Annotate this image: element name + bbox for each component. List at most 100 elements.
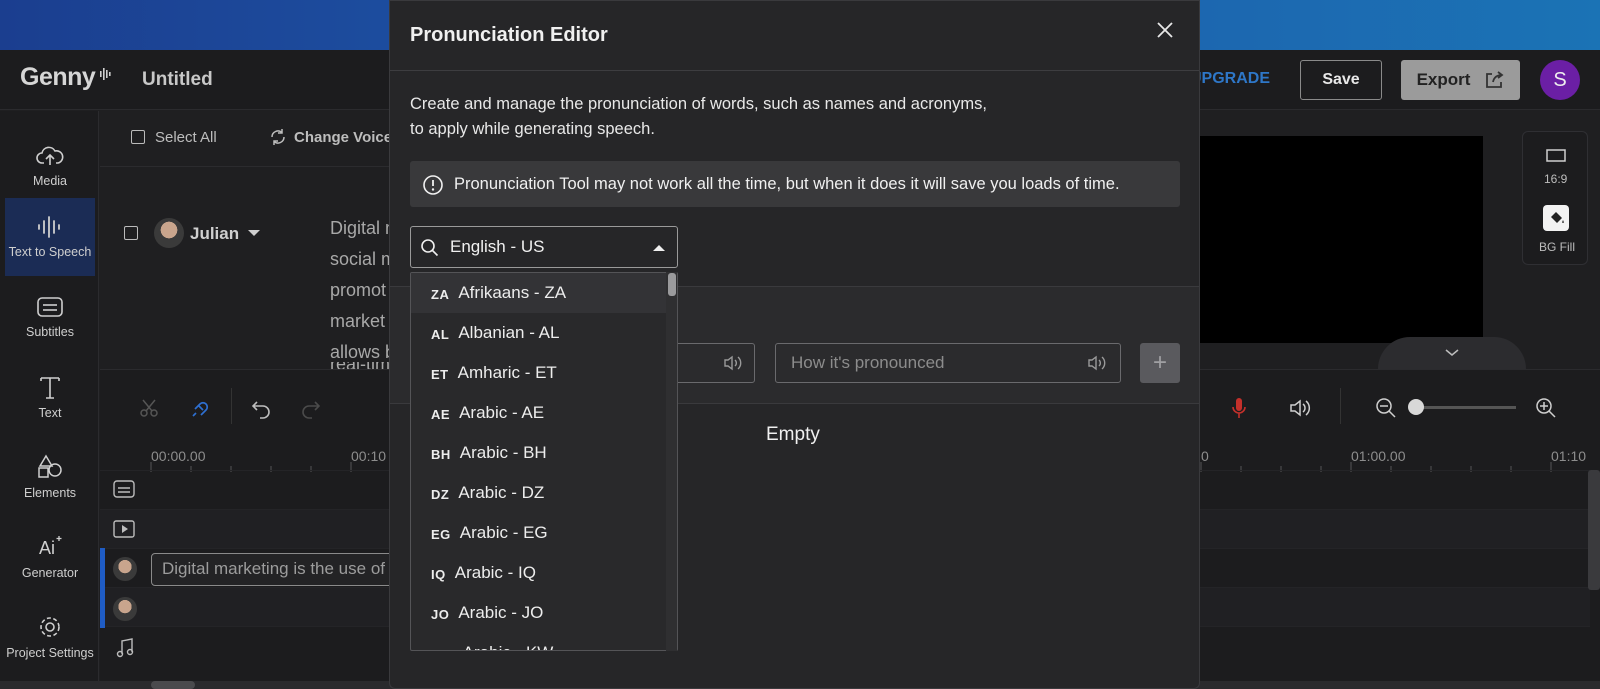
horizontal-scrollbar-thumb[interactable] [151,681,195,689]
script-line[interactable]: market [330,311,385,332]
speaker-icon[interactable] [1087,354,1107,372]
close-icon[interactable] [1155,20,1175,40]
zoom-out-icon[interactable] [1375,397,1397,419]
info-icon [423,175,443,195]
cloud-upload-icon [36,146,64,165]
add-pronunciation-button[interactable]: + [1140,343,1180,383]
dropdown-scrollbar[interactable] [666,272,677,651]
sidebar-item-text[interactable]: Text [5,358,95,436]
script-line[interactable]: allows b [330,342,395,363]
subtitles-icon [37,297,63,317]
search-icon [421,239,439,257]
language-option[interactable]: JO Arabic - JO [411,593,669,633]
language-option[interactable]: EG Arabic - EG [411,513,669,553]
language-name: Arabic - KW [463,643,554,650]
language-code: JO [431,607,450,622]
script-line[interactable]: promot [330,280,386,301]
preview-collapse-tab[interactable] [1378,337,1526,369]
sidebar-item-media[interactable]: Media [5,127,95,205]
language-select-value[interactable]: English - US [450,237,544,257]
microphone-icon[interactable] [1230,396,1248,420]
sidebar-item-subtitles[interactable]: Subtitles [5,278,95,356]
redo-icon[interactable] [300,397,322,419]
modal-description: to apply while generating speech. [410,120,655,138]
modal-title: Pronunciation Editor [410,24,608,46]
shapes-icon [38,454,62,478]
sidebar-item-text-to-speech[interactable]: Text to Speech [5,198,95,276]
language-option[interactable]: ET Amharic - ET [411,353,669,393]
magnet-link-icon[interactable] [190,397,212,419]
aspect-ratio-icon[interactable] [1545,147,1567,163]
language-code: IQ [431,567,446,582]
language-name: Afrikaans - ZA [458,283,567,302]
video-preview[interactable] [1190,136,1483,343]
speaker-icon[interactable] [723,354,743,372]
toolbar-divider [231,388,232,424]
language-code: ZA [431,287,450,302]
language-option[interactable]: AE Arabic - AE [411,393,669,433]
export-button[interactable]: Export [1401,60,1520,100]
share-icon [1486,71,1504,88]
document-title[interactable]: Untitled [142,69,213,91]
language-option[interactable]: IQ Arabic - IQ [411,553,669,593]
zoom-slider-track[interactable] [1416,406,1516,409]
select-all-checkbox[interactable] [131,130,145,144]
ai-icon: Ai [39,536,62,558]
undo-icon[interactable] [250,397,272,419]
language-option[interactable]: BH Arabic - BH [411,433,669,473]
sidebar-label: Elements [23,486,77,500]
modal-description: Create and manage the pronunciation of w… [410,95,987,113]
language-name: Arabic - IQ [454,563,536,582]
sidebar-item-elements[interactable]: Elements [5,438,95,516]
sidebar-label: Text [38,406,62,420]
script-line[interactable]: social m [330,249,396,270]
vertical-scrollbar-thumb[interactable] [1588,470,1600,590]
voice-avatar [113,557,137,581]
zoom-in-icon[interactable] [1535,397,1557,419]
language-code: AL [431,327,450,342]
change-voice-icon [271,129,285,145]
timeline-text-clip[interactable]: Digital marketing is the use of [151,553,401,586]
pronunciation-input[interactable] [775,343,1121,383]
info-text: Pronunciation Tool may not work all the … [454,175,1120,193]
music-icon [116,638,134,658]
language-name: Arabic - DZ [458,483,545,502]
sidebar-item-project-settings[interactable]: Project Settings [5,598,95,676]
language-option[interactable]: AL Albanian - AL [411,313,669,353]
sidebar-label: Media [32,174,68,188]
voice-name[interactable]: Julian [190,224,239,244]
language-option[interactable]: KW Arabic - KW [411,633,669,650]
sidebar-label: Text to Speech [8,245,92,259]
logo-wave-icon [100,68,111,80]
select-all-label[interactable]: Select All [155,129,217,146]
language-option[interactable]: DZ Arabic - DZ [411,473,669,513]
dropdown-scrollbar-thumb[interactable] [668,273,676,296]
export-label: Export [1416,70,1471,89]
row-checkbox[interactable] [124,226,138,240]
svg-text:Ai: Ai [39,538,55,558]
upgrade-link[interactable]: UPGRADE [1190,70,1270,88]
genny-logo[interactable]: Genny [20,63,96,92]
language-option[interactable]: ZA Afrikaans - ZA [411,273,669,313]
chevron-up-icon[interactable] [653,245,665,251]
aspect-ratio-label: 16:9 [1544,172,1568,186]
chevron-down-icon[interactable] [248,230,260,236]
empty-state: Empty [766,424,820,445]
volume-icon[interactable] [1288,397,1312,419]
sidebar-label: Project Settings [6,646,94,660]
text-icon [40,377,60,399]
voice-avatar [113,597,137,621]
scissors-icon[interactable] [138,397,160,419]
change-voice-button[interactable]: Change Voice [294,129,392,146]
voice-avatar [154,218,184,248]
language-name: Amharic - ET [457,363,557,382]
sidebar-item-generator[interactable]: Ai Generator [5,518,95,596]
modal-divider [390,70,1199,71]
save-button[interactable]: Save [1300,60,1382,100]
language-code: EG [431,527,451,542]
language-name: Arabic - JO [458,603,544,622]
bg-fill-icon[interactable] [1543,205,1569,231]
language-code: KW [431,647,454,650]
zoom-slider-handle[interactable] [1408,399,1424,415]
user-avatar[interactable]: S [1540,60,1580,100]
